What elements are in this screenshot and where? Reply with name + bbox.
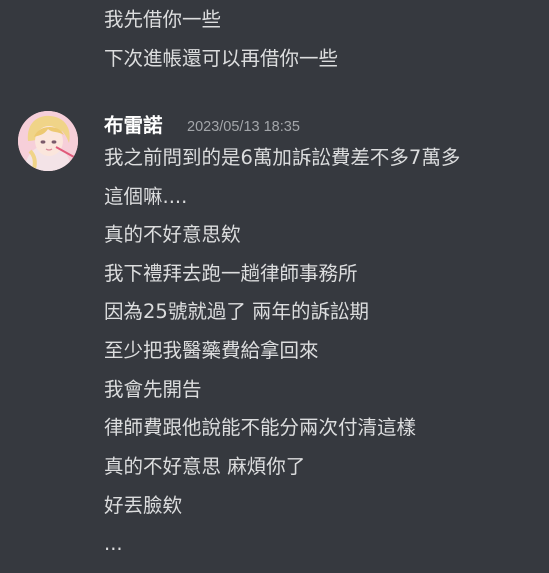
user-avatar[interactable] [18, 111, 78, 171]
message-line: 至少把我醫藥費給拿回來 [104, 339, 319, 362]
message-line: 我會先開告 [104, 378, 202, 401]
message-timestamp: 2023/05/13 18:35 [187, 119, 300, 135]
message-line: 因為25號就過了 兩年的訴訟期 [104, 300, 370, 323]
message-line: 下次進帳還可以再借你一些 [104, 47, 339, 70]
avatar-image [18, 111, 78, 171]
author-name[interactable]: 布雷諾 [104, 113, 163, 139]
message-line: 這個嘛.... [104, 185, 188, 208]
message-line: 我先借你一些 [104, 8, 222, 31]
message-line: ... [104, 532, 123, 555]
message-line: 真的不好意思欸 [104, 223, 241, 246]
message-line: 好丟臉欸 [104, 494, 183, 517]
message-line: 律師費跟他說能不能分兩次付清這樣 [104, 416, 417, 439]
message-line: 我下禮拜去跑一趟律師事務所 [104, 262, 358, 285]
message-line: 真的不好意思 麻煩你了 [104, 455, 306, 478]
message-line: 我之前問到的是6萬加訴訟費差不多7萬多 [104, 146, 461, 169]
